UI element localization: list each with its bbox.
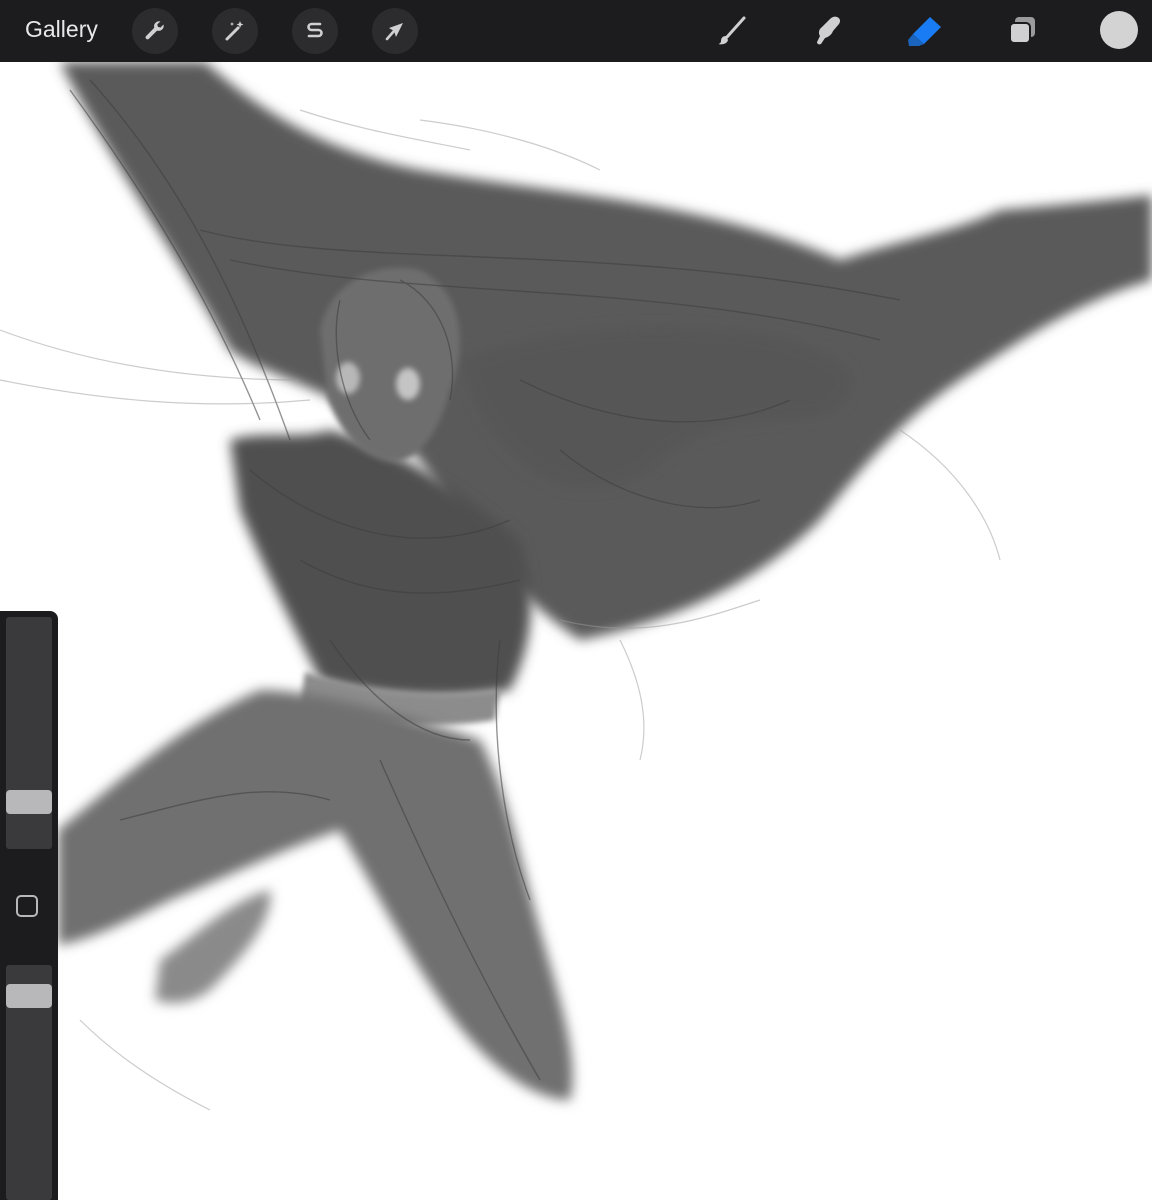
gallery-button[interactable]: Gallery <box>25 16 98 43</box>
foot-shape <box>155 890 271 1003</box>
opacity-slider[interactable] <box>6 965 52 1200</box>
adjustments-button[interactable] <box>212 8 258 54</box>
sketch-artwork <box>0 62 1152 1111</box>
layers-icon <box>1009 17 1035 44</box>
eraser-button[interactable] <box>903 9 947 53</box>
left-sidebar <box>0 611 58 1200</box>
actions-button[interactable] <box>132 8 178 54</box>
selection-s-icon <box>307 22 323 38</box>
color-picker-button[interactable] <box>1100 11 1138 49</box>
eraser-icon <box>908 17 941 46</box>
selection-button[interactable] <box>292 8 338 54</box>
layers-button[interactable] <box>1000 9 1044 53</box>
leg-shape <box>58 690 573 1100</box>
arrow-cursor-icon <box>385 23 403 41</box>
magic-wand-icon <box>225 21 244 41</box>
top-toolbar: Gallery <box>0 0 1152 62</box>
smudge-finger-icon <box>817 16 841 45</box>
brush-size-thumb[interactable] <box>6 790 52 814</box>
brush-button[interactable] <box>710 9 754 53</box>
brush-icon <box>718 16 746 45</box>
transform-button[interactable] <box>372 8 418 54</box>
modify-button[interactable] <box>16 895 38 917</box>
wrench-icon <box>145 21 164 40</box>
drawing-canvas[interactable] <box>0 62 1152 1200</box>
opacity-thumb[interactable] <box>6 984 52 1008</box>
smudge-button[interactable] <box>806 9 850 53</box>
brush-size-slider[interactable] <box>6 617 52 849</box>
